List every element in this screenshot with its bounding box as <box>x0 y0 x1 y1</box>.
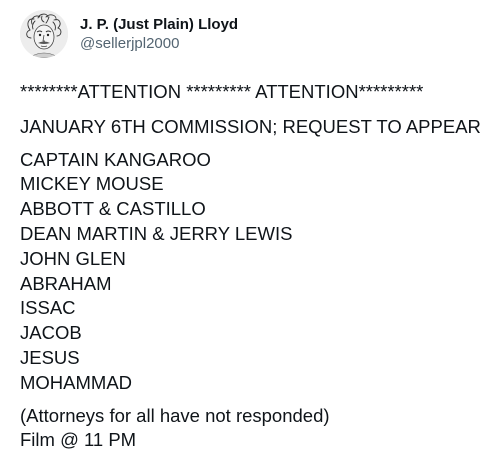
tweet-text: ********ATTENTION ********* ATTENTION***… <box>20 80 490 453</box>
tweet-film-time: Film @ 11 PM <box>20 429 137 451</box>
list-item: MICKEY MOUSE <box>20 173 164 195</box>
list-item: ABBOTT & CASTILLO <box>20 198 206 220</box>
tweet-headline: ********ATTENTION ********* ATTENTION***… <box>20 81 424 102</box>
list-item: MOHAMMAD <box>20 371 133 393</box>
einstein-sketch-avatar-icon <box>20 10 68 58</box>
list-item: DEAN MARTIN & JERRY LEWIS <box>20 222 293 244</box>
list-item: ISSAC <box>20 297 76 319</box>
names-list: CAPTAIN KANGAROO MICKEY MOUSE ABBOTT & C… <box>20 148 490 396</box>
tweet: J. P. (Just Plain) Lloyd @sellerjpl2000 … <box>0 0 500 464</box>
avatar[interactable] <box>20 10 68 58</box>
author-display-name[interactable]: J. P. (Just Plain) Lloyd <box>80 15 238 34</box>
list-item: ABRAHAM <box>20 272 112 294</box>
list-item: CAPTAIN KANGAROO <box>20 148 211 170</box>
author-handle[interactable]: @sellerjpl2000 <box>80 34 238 53</box>
list-item: JESUS <box>20 346 80 368</box>
list-item: JOHN GLEN <box>20 247 126 269</box>
tweet-subject: JANUARY 6TH COMMISSION; REQUEST TO APPEA… <box>20 115 481 137</box>
list-item: JACOB <box>20 322 82 344</box>
tweet-note: (Attorneys for all have not responded) <box>20 404 330 426</box>
tweet-header: J. P. (Just Plain) Lloyd @sellerjpl2000 <box>20 10 238 58</box>
author-names: J. P. (Just Plain) Lloyd @sellerjpl2000 <box>80 15 238 53</box>
